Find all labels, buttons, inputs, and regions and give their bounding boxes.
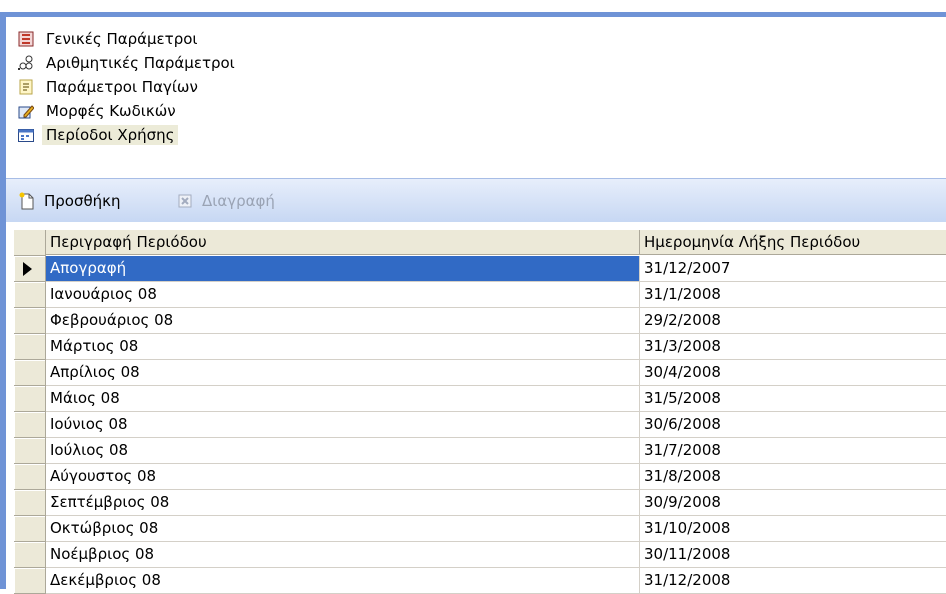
general-settings-icon	[18, 31, 34, 47]
nav-item-label: Μορφές Κωδικών	[46, 102, 176, 120]
cell-end-date[interactable]: 31/5/2008	[640, 386, 946, 412]
nav-item-label: Παράμετροι Παγίων	[46, 78, 198, 96]
table-row[interactable]: Ιούνιος 08 30/6/2008	[6, 412, 946, 438]
cell-description[interactable]: Αύγουστος 08	[46, 464, 640, 490]
cell-end-date[interactable]: 30/4/2008	[640, 360, 946, 386]
cell-description[interactable]: Σεπτέμβριος 08	[46, 490, 640, 516]
cell-description[interactable]: Νοέμβριος 08	[46, 542, 640, 568]
row-selector[interactable]	[14, 256, 46, 282]
row-selector[interactable]	[14, 438, 46, 464]
grid-toolbar: Προσθήκη Διαγραφή	[6, 178, 946, 224]
table-row[interactable]: Ιανουάριος 08 31/1/2008	[6, 282, 946, 308]
delete-icon	[176, 192, 194, 210]
nav-item-label: Περίοδοι Χρήσης	[42, 125, 179, 145]
grid-corner	[14, 230, 46, 256]
nav-item-usage-periods[interactable]: Περίοδοι Χρήσης	[18, 123, 179, 147]
cell-description[interactable]: Δεκέμβριος 08	[46, 568, 640, 594]
cell-end-date[interactable]: 31/12/2008	[640, 568, 946, 594]
table-row[interactable]: Σεπτέμβριος 08 30/9/2008	[6, 490, 946, 516]
cell-end-date[interactable]: 30/11/2008	[640, 542, 946, 568]
nav-item-code-formats[interactable]: Μορφές Κωδικών	[18, 99, 180, 123]
add-button[interactable]: Προσθήκη	[18, 191, 121, 211]
new-document-icon	[18, 192, 36, 210]
cell-description[interactable]: Ιούλιος 08	[46, 438, 640, 464]
settings-nav-panel: Γενικές Παράμετροι Αριθμητικές Παράμετρο…	[6, 17, 946, 177]
cell-end-date[interactable]: 30/6/2008	[640, 412, 946, 438]
table-row[interactable]: Δεκέμβριος 08 31/12/2008	[6, 568, 946, 594]
column-header-description[interactable]: Περιγραφή Περιόδου	[46, 230, 640, 255]
table-row[interactable]: Μάρτιος 08 31/3/2008	[6, 334, 946, 360]
cell-end-date[interactable]: 31/12/2007	[640, 256, 946, 282]
row-selector[interactable]	[14, 568, 46, 594]
periods-grid: Περιγραφή Περιόδου Ημερομηνία Λήξης Περι…	[6, 222, 946, 594]
table-row[interactable]: Αύγουστος 08 31/8/2008	[6, 464, 946, 490]
row-selector[interactable]	[14, 334, 46, 360]
row-selector[interactable]	[14, 360, 46, 386]
cell-description[interactable]: Μάρτιος 08	[46, 334, 640, 360]
cell-end-date[interactable]: 30/9/2008	[640, 490, 946, 516]
nav-item-fixed-assets[interactable]: Παράμετροι Παγίων	[18, 75, 202, 99]
cell-description[interactable]: Οκτώβριος 08	[46, 516, 640, 542]
row-selector[interactable]	[14, 386, 46, 412]
cell-end-date[interactable]: 31/1/2008	[640, 282, 946, 308]
add-button-label: Προσθήκη	[44, 192, 121, 210]
grid-header-row: Περιγραφή Περιόδου Ημερομηνία Λήξης Περι…	[6, 230, 946, 256]
delete-button-label: Διαγραφή	[202, 192, 275, 210]
table-row[interactable]: Νοέμβριος 08 30/11/2008	[6, 542, 946, 568]
numeric-params-icon	[18, 55, 34, 71]
nav-item-numeric-params[interactable]: Αριθμητικές Παράμετροι	[18, 51, 239, 75]
table-row[interactable]: Απρίλιος 08 30/4/2008	[6, 360, 946, 386]
row-selector[interactable]	[14, 412, 46, 438]
nav-item-general-params[interactable]: Γενικές Παράμετροι	[18, 27, 201, 51]
calendar-icon	[18, 127, 34, 143]
fixed-assets-icon	[18, 79, 34, 95]
delete-button[interactable]: Διαγραφή	[176, 191, 275, 211]
row-selector[interactable]	[14, 282, 46, 308]
cell-end-date[interactable]: 29/2/2008	[640, 308, 946, 334]
row-selector[interactable]	[14, 490, 46, 516]
cell-description[interactable]: Φεβρουάριος 08	[46, 308, 640, 334]
column-header-end-date[interactable]: Ημερομηνία Λήξης Περιόδου	[640, 230, 946, 255]
table-row[interactable]: Οκτώβριος 08 31/10/2008	[6, 516, 946, 542]
current-row-arrow-icon	[23, 262, 32, 276]
cell-end-date[interactable]: 31/3/2008	[640, 334, 946, 360]
cell-description[interactable]: Μάιος 08	[46, 386, 640, 412]
edit-codes-icon	[18, 103, 35, 119]
row-selector[interactable]	[14, 308, 46, 334]
cell-end-date[interactable]: 31/8/2008	[640, 464, 946, 490]
nav-item-label: Γενικές Παράμετροι	[46, 30, 198, 48]
table-row[interactable]: Μάιος 08 31/5/2008	[6, 386, 946, 412]
nav-item-label: Αριθμητικές Παράμετροι	[46, 54, 235, 72]
table-row[interactable]: Φεβρουάριος 08 29/2/2008	[6, 308, 946, 334]
cell-end-date[interactable]: 31/10/2008	[640, 516, 946, 542]
cell-description[interactable]: Ιανουάριος 08	[46, 282, 640, 308]
cell-description[interactable]: Ιούνιος 08	[46, 412, 640, 438]
row-selector[interactable]	[14, 542, 46, 568]
row-selector[interactable]	[14, 464, 46, 490]
cell-description[interactable]: Απογραφή	[46, 256, 640, 282]
row-selector[interactable]	[14, 516, 46, 542]
cell-end-date[interactable]: 31/7/2008	[640, 438, 946, 464]
cell-description[interactable]: Απρίλιος 08	[46, 360, 640, 386]
table-row[interactable]: Ιούλιος 08 31/7/2008	[6, 438, 946, 464]
table-row[interactable]: Απογραφή 31/12/2007	[6, 256, 946, 282]
